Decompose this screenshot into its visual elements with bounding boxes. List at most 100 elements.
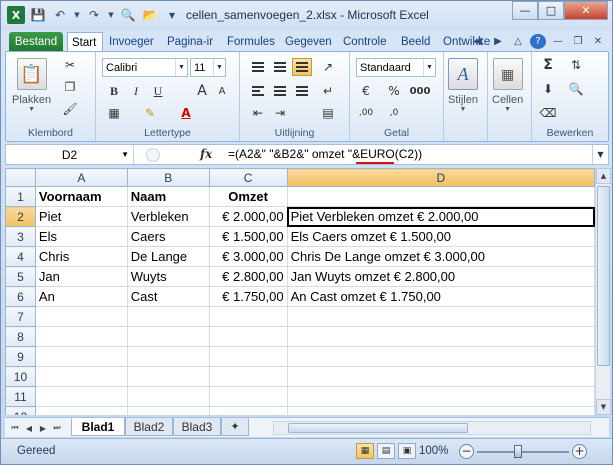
prev-sheet-icon[interactable]: ◀ [23,421,35,435]
column-header-d[interactable]: D [286,168,595,187]
cell-c8[interactable] [208,326,288,347]
decrease-indent-icon[interactable]: ⇤ [248,104,268,122]
column-header-c[interactable]: C [208,168,288,187]
sheet-tab-blad3[interactable]: Blad3 [173,418,221,436]
horizontal-scrollbar[interactable] [273,421,591,435]
chevron-down-icon[interactable]: ▼ [107,6,115,24]
cell-d12[interactable] [286,406,595,415]
increase-decimal-icon[interactable]: ,00 [356,104,376,122]
cell-b11[interactable] [126,386,210,407]
cell-d1[interactable] [286,186,595,207]
next-sheet-icon[interactable]: ▶ [37,421,49,435]
cell-b2[interactable]: Verbleken [126,206,210,227]
maximize-button[interactable]: □ [538,1,564,20]
cell-c3[interactable]: € 1.500,00 [208,226,288,247]
cell-a5[interactable]: Jan [34,266,128,287]
doc-close-icon[interactable]: ✕ [590,34,606,49]
cell-a12[interactable] [34,406,128,415]
name-box[interactable]: D2 ▼ [6,145,134,164]
row-header[interactable]: 11 [5,386,36,407]
chevron-down-icon[interactable]: ▼ [121,150,129,159]
cell-d4[interactable]: Chris De Lange omzet € 3.000,00 [286,246,595,267]
font-size-combo[interactable]: 11 ▼ [190,58,226,77]
cell-d6[interactable]: An Cast omzet € 1.750,00 [286,286,595,307]
cell-c12[interactable] [208,406,288,415]
cell-a4[interactable]: Chris [34,246,128,267]
fill-color-icon[interactable]: ✎ [140,104,160,122]
underline-button[interactable]: U [148,82,168,100]
collapse-ribbon-icon[interactable]: △ [510,34,526,49]
cell-a6[interactable]: An [34,286,128,307]
decrease-decimal-icon[interactable]: ,0 [384,104,404,122]
styles-button[interactable]: A Stijlen ▼ [448,58,478,113]
merge-center-icon[interactable]: ▤ [318,104,338,122]
increase-indent-icon[interactable]: ⇥ [270,104,290,122]
row-header[interactable]: 8 [5,326,36,347]
minimize-button[interactable]: — [512,1,538,20]
cell-c11[interactable] [208,386,288,407]
paste-button[interactable]: 📋 Plakken ▼ [12,58,51,113]
find-select-icon[interactable]: 🔍 [566,80,586,98]
vertical-scrollbar[interactable]: ▲ ▼ [595,168,611,415]
cell-c1[interactable]: Omzet [208,186,288,207]
autosum-button[interactable]: Σ [538,56,558,74]
cell-b7[interactable] [126,306,210,327]
cell-a1[interactable]: Voornaam [34,186,128,207]
cell-b8[interactable] [126,326,210,347]
number-format-combo[interactable]: Standaard ▼ [356,58,436,77]
zoom-level[interactable]: 100% [419,445,448,457]
sheet-tab-blad2[interactable]: Blad2 [125,418,173,436]
wrap-text-icon[interactable]: ↵ [318,82,338,100]
doc-restore-icon[interactable]: ❐ [570,34,586,49]
cell-c6[interactable]: € 1.750,00 [208,286,288,307]
row-header[interactable]: 9 [5,346,36,367]
cells-table[interactable]: A B C D 1 Voornaam Naam Omzet 2 Piet Verbleken… [5,168,595,415]
align-right-icon[interactable] [292,82,312,100]
bold-button[interactable]: B [104,82,124,100]
grow-font-icon[interactable]: A [192,82,212,100]
tab-bestand[interactable]: Bestand [9,32,63,52]
currency-button[interactable]: € [356,82,376,100]
vertical-scroll-thumb[interactable] [597,186,610,366]
cell-d8[interactable] [286,326,595,347]
row-header[interactable]: 6 [5,286,36,307]
cell-c5[interactable]: € 2.800,00 [208,266,288,287]
cell-d9[interactable] [286,346,595,367]
cell-c7[interactable] [208,306,288,327]
cell-d2[interactable]: Piet Verbleken omzet € 2.000,00 [286,206,595,227]
cell-b10[interactable] [126,366,210,387]
align-middle-icon[interactable] [270,58,290,76]
tab-invoegen[interactable]: Invoeger [105,32,161,52]
cell-a3[interactable]: Els [34,226,128,247]
select-all-corner[interactable] [5,168,36,187]
cell-b12[interactable] [126,406,210,415]
zoom-in-button[interactable]: + [572,444,587,459]
zoom-slider[interactable] [477,451,569,453]
tab-gegevens[interactable]: Gegeven [281,32,337,52]
cell-d5[interactable]: Jan Wuyts omzet € 2.800,00 [286,266,595,287]
tab-pagina-indeling[interactable]: Pagina-ir [163,32,221,52]
cell-b5[interactable]: Wuyts [126,266,210,287]
row-header[interactable]: 4 [5,246,36,267]
open-icon[interactable]: 📂 [141,6,159,24]
cell-a10[interactable] [34,366,128,387]
page-layout-view-icon[interactable]: ▤ [377,443,395,459]
horizontal-scroll-thumb[interactable] [288,423,468,433]
comma-style-button[interactable]: 000 [410,82,431,100]
tab-beeld[interactable]: Beeld [397,32,437,52]
cell-b3[interactable]: Caers [126,226,210,247]
sheet-tab-blad1[interactable]: Blad1 [71,418,125,436]
expand-formula-bar-icon[interactable]: ▼ [592,145,608,164]
tab-start[interactable]: Start [67,32,103,52]
italic-button[interactable]: I [126,82,146,100]
fill-icon[interactable]: ⬇ [538,80,558,98]
zoom-out-button[interactable]: − [459,444,474,459]
cell-a11[interactable] [34,386,128,407]
row-header[interactable]: 2 [5,206,36,227]
page-break-view-icon[interactable]: ▣ [398,443,416,459]
cell-c4[interactable]: € 3.000,00 [208,246,288,267]
chevron-down-icon[interactable]: ▼ [175,59,187,76]
column-header-b[interactable]: B [126,168,210,187]
orientation-icon[interactable]: ↗ [318,58,338,76]
clear-icon[interactable]: ⌫ [538,104,558,122]
